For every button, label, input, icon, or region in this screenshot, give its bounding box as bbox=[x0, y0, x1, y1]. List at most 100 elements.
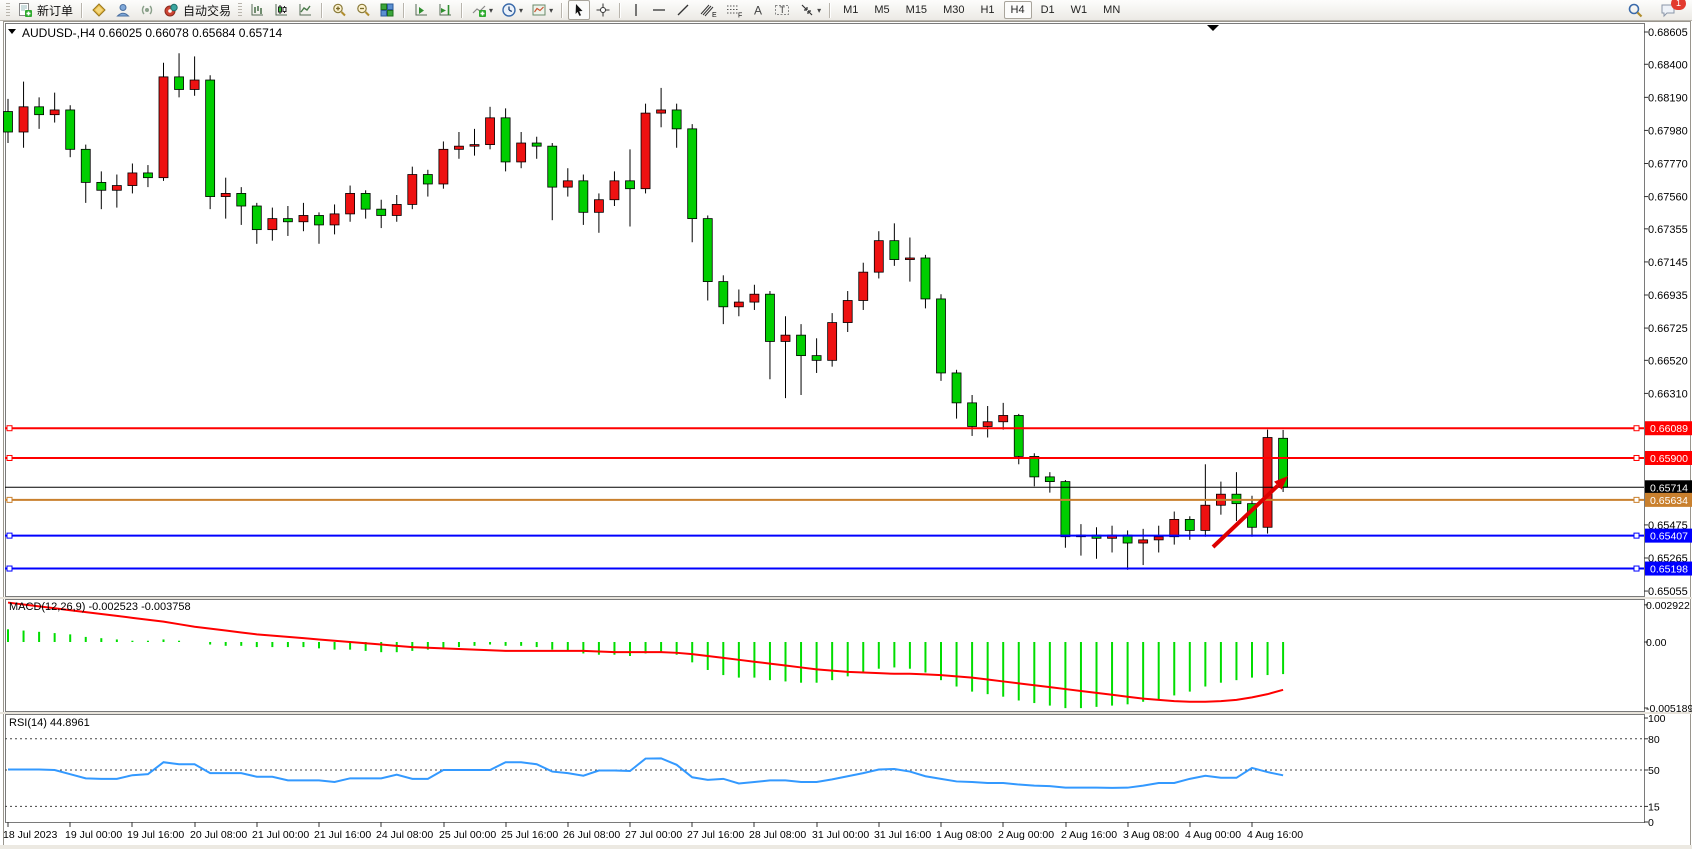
bear-candle-body bbox=[672, 110, 681, 129]
panel-splitter[interactable] bbox=[0, 712, 1692, 714]
zoom-out-button[interactable] bbox=[352, 0, 374, 20]
panel-splitter[interactable] bbox=[0, 597, 1692, 599]
tab-m30[interactable]: M30 bbox=[936, 1, 971, 19]
tab-m5[interactable]: M5 bbox=[867, 1, 896, 19]
new-order-icon bbox=[17, 2, 33, 18]
toolbar-grip bbox=[6, 3, 10, 17]
line-handle[interactable] bbox=[1634, 497, 1639, 502]
text-label-button[interactable]: T bbox=[770, 0, 794, 20]
vertical-line-button[interactable] bbox=[626, 0, 646, 20]
tab-w1[interactable]: W1 bbox=[1064, 1, 1095, 19]
autotrading-button[interactable]: 自动交易 bbox=[160, 0, 234, 20]
tile-windows-button[interactable] bbox=[376, 0, 398, 20]
line-handle[interactable] bbox=[1634, 566, 1639, 571]
bear-candle-body bbox=[1061, 482, 1070, 537]
zoom-in-icon bbox=[331, 2, 347, 18]
tab-mn[interactable]: MN bbox=[1096, 1, 1127, 19]
candlestick-chart-button[interactable] bbox=[270, 0, 292, 20]
chevron-down-icon[interactable]: ▾ bbox=[489, 6, 493, 15]
price-axis-tick-label: 0.68400 bbox=[1648, 59, 1688, 71]
bull-candle-body bbox=[610, 181, 619, 200]
line-handle[interactable] bbox=[7, 455, 12, 460]
bear-candle-body bbox=[688, 129, 697, 219]
auto-scroll-button[interactable] bbox=[410, 0, 432, 20]
bear-candle-body bbox=[377, 209, 386, 215]
price-axis-tick-label: 0.66935 bbox=[1648, 290, 1688, 302]
line-handle[interactable] bbox=[7, 566, 12, 571]
arrow-tools-icon bbox=[799, 2, 815, 18]
chart-shift-icon bbox=[437, 2, 453, 18]
arrow-tools-button[interactable]: ▾ bbox=[796, 0, 824, 20]
rsi-axis-label: 100 bbox=[1648, 713, 1666, 725]
bull-candle-body bbox=[221, 193, 230, 196]
stamp-button[interactable] bbox=[88, 0, 110, 20]
svg-text:A: A bbox=[754, 4, 762, 18]
chevron-down-icon[interactable]: ▾ bbox=[519, 6, 523, 15]
fibonacci-button[interactable]: F bbox=[722, 0, 746, 20]
chart-area[interactable]: 0.686050.684000.681900.679800.677700.675… bbox=[0, 20, 1692, 849]
chart-template-icon bbox=[531, 2, 547, 18]
tab-h1[interactable]: H1 bbox=[973, 1, 1001, 19]
broadcast-button[interactable] bbox=[136, 0, 158, 20]
chart-title: AUDUSD-,H4 0.66025 0.66078 0.65684 0.657… bbox=[22, 26, 283, 40]
line-handle[interactable] bbox=[7, 533, 12, 538]
tab-h4[interactable]: H4 bbox=[1004, 1, 1032, 19]
trendline-button[interactable] bbox=[672, 0, 694, 20]
chart-template-button[interactable]: ▾ bbox=[528, 0, 556, 20]
bull-candle-body bbox=[19, 107, 28, 132]
notification-badge: 1 bbox=[1671, 0, 1686, 10]
line-handle[interactable] bbox=[1634, 533, 1639, 538]
bull-candle-body bbox=[299, 215, 308, 221]
time-axis-label: 18 Jul 2023 bbox=[3, 829, 57, 841]
tab-m1[interactable]: M1 bbox=[836, 1, 865, 19]
separator bbox=[81, 3, 83, 18]
rsi-axis-label: 15 bbox=[1648, 801, 1660, 813]
mt4-window: 新订单 自动交易 bbox=[0, 0, 1692, 849]
line-handle[interactable] bbox=[1634, 426, 1639, 431]
vertical-line-icon bbox=[629, 2, 643, 18]
indicators-button[interactable]: ▾ bbox=[468, 0, 496, 20]
price-panel bbox=[6, 24, 1645, 597]
line-handle[interactable] bbox=[7, 426, 12, 431]
line-handle[interactable] bbox=[1634, 455, 1639, 460]
bull-candle-body bbox=[128, 173, 137, 186]
time-axis-label: 25 Jul 00:00 bbox=[439, 829, 496, 841]
price-axis-tick-label: 0.67770 bbox=[1648, 158, 1688, 170]
contacts-button[interactable] bbox=[112, 0, 134, 20]
bear-candle-body bbox=[35, 107, 44, 115]
bull-candle-body bbox=[1263, 438, 1272, 528]
bar-chart-button[interactable] bbox=[246, 0, 268, 20]
price-axis-tick-label: 0.66520 bbox=[1648, 355, 1688, 367]
toolbar: 新订单 自动交易 bbox=[0, 0, 1692, 21]
tab-d1[interactable]: D1 bbox=[1034, 1, 1062, 19]
price-axis-tick-label: 0.66310 bbox=[1648, 388, 1688, 400]
bull-candle-body bbox=[268, 219, 277, 230]
chevron-down-icon[interactable]: ▾ bbox=[549, 6, 553, 15]
rsi-axis-label: 0 bbox=[1648, 817, 1654, 829]
tab-m15[interactable]: M15 bbox=[899, 1, 934, 19]
cursor-button[interactable] bbox=[568, 0, 590, 20]
notifications-button[interactable]: 1 bbox=[1657, 0, 1680, 20]
line-handle[interactable] bbox=[7, 497, 12, 502]
price-axis-tick-label: 0.67145 bbox=[1648, 257, 1688, 269]
zoom-in-button[interactable] bbox=[328, 0, 350, 20]
periods-button[interactable]: ▾ bbox=[498, 0, 526, 20]
horizontal-line-button[interactable] bbox=[648, 0, 670, 20]
equidistant-channel-button[interactable]: E bbox=[696, 0, 720, 20]
search-button[interactable] bbox=[1624, 0, 1647, 20]
time-axis-label: 1 Aug 08:00 bbox=[936, 829, 992, 841]
new-order-button[interactable]: 新订单 bbox=[14, 0, 76, 20]
bull-candle-body bbox=[874, 241, 883, 272]
chevron-down-icon[interactable]: ▾ bbox=[817, 6, 821, 15]
line-chart-button[interactable] bbox=[294, 0, 316, 20]
chart-canvas[interactable]: 0.686050.684000.681900.679800.677700.675… bbox=[0, 20, 1692, 849]
text-button[interactable]: A bbox=[748, 0, 768, 20]
bull-candle-body bbox=[1201, 505, 1210, 530]
crosshair-button[interactable] bbox=[592, 0, 614, 20]
candle bbox=[66, 105, 75, 157]
bear-candle-body bbox=[532, 143, 541, 146]
chart-shift-button[interactable] bbox=[434, 0, 456, 20]
time-axis-label: 4 Aug 16:00 bbox=[1247, 829, 1303, 841]
bull-candle-body bbox=[470, 145, 479, 147]
price-axis-tick-label: 0.65055 bbox=[1648, 586, 1688, 598]
